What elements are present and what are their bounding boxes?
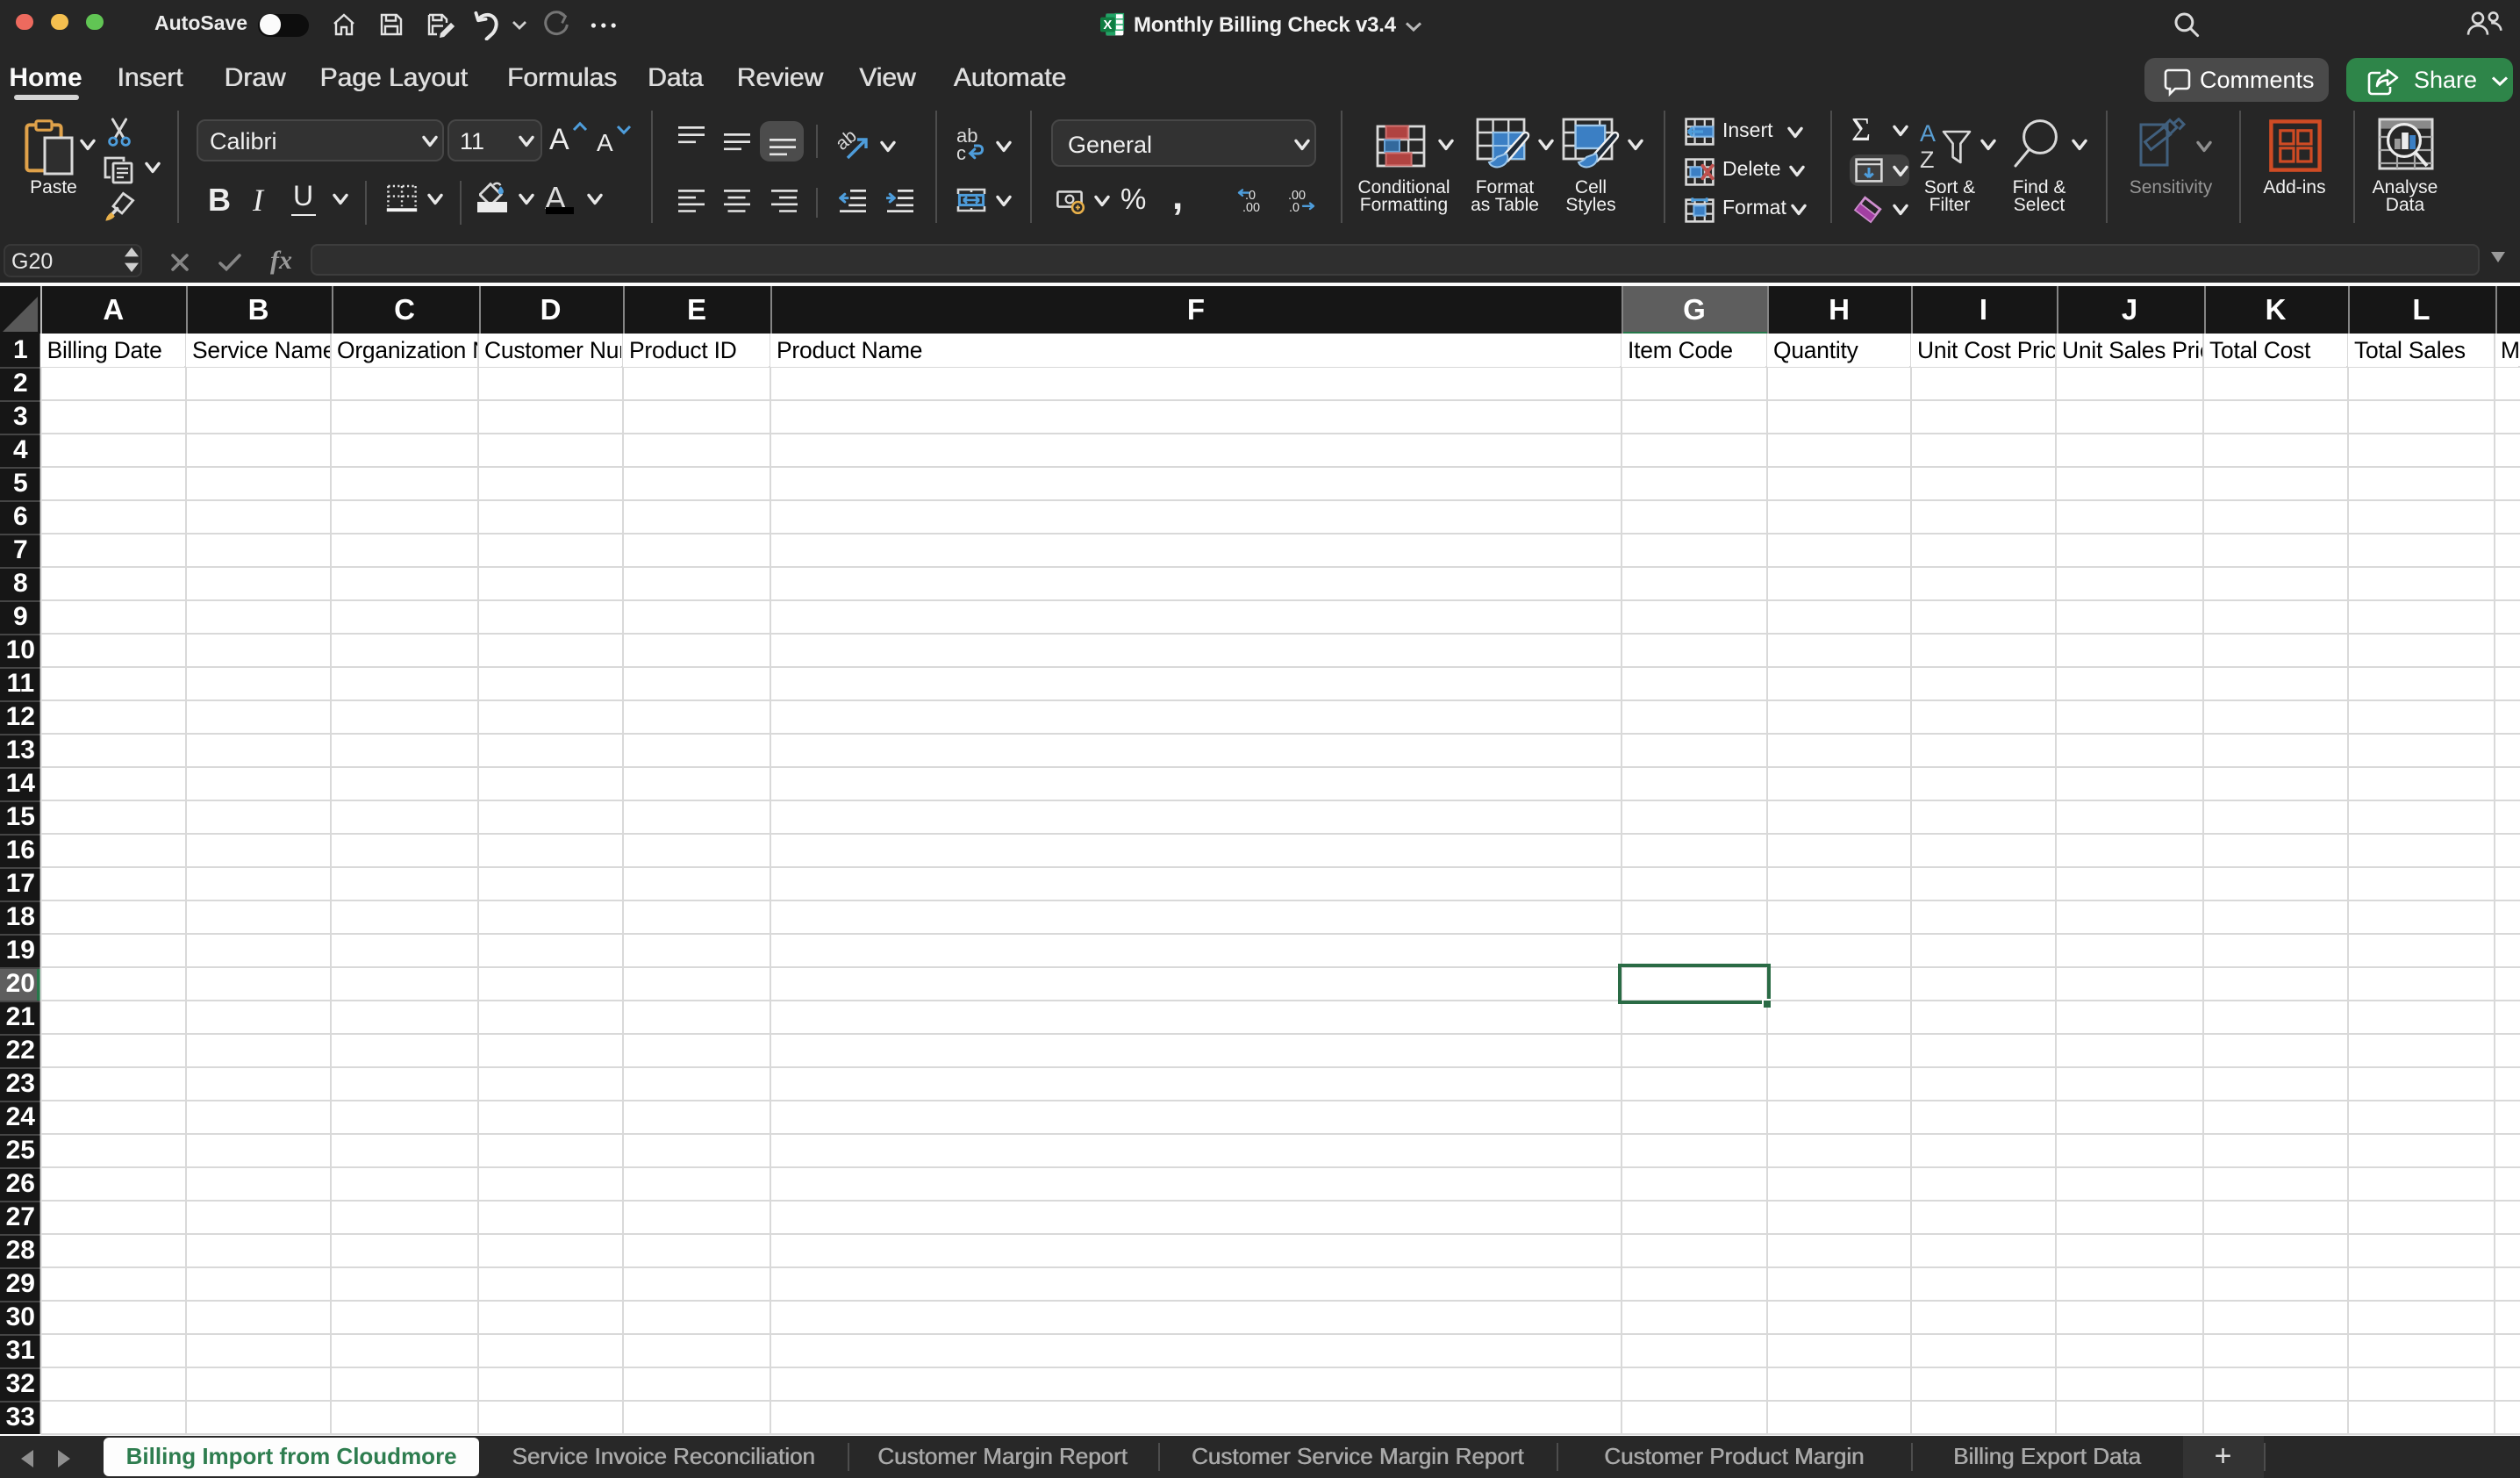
svg-text:.00: .00	[1242, 201, 1259, 212]
svg-text:A: A	[1919, 119, 1935, 146]
svg-text:c: c	[956, 142, 966, 161]
svg-text:X: X	[1102, 17, 1111, 32]
svg-text:Z: Z	[1919, 146, 1934, 172]
svg-text:.0: .0	[1289, 201, 1299, 212]
